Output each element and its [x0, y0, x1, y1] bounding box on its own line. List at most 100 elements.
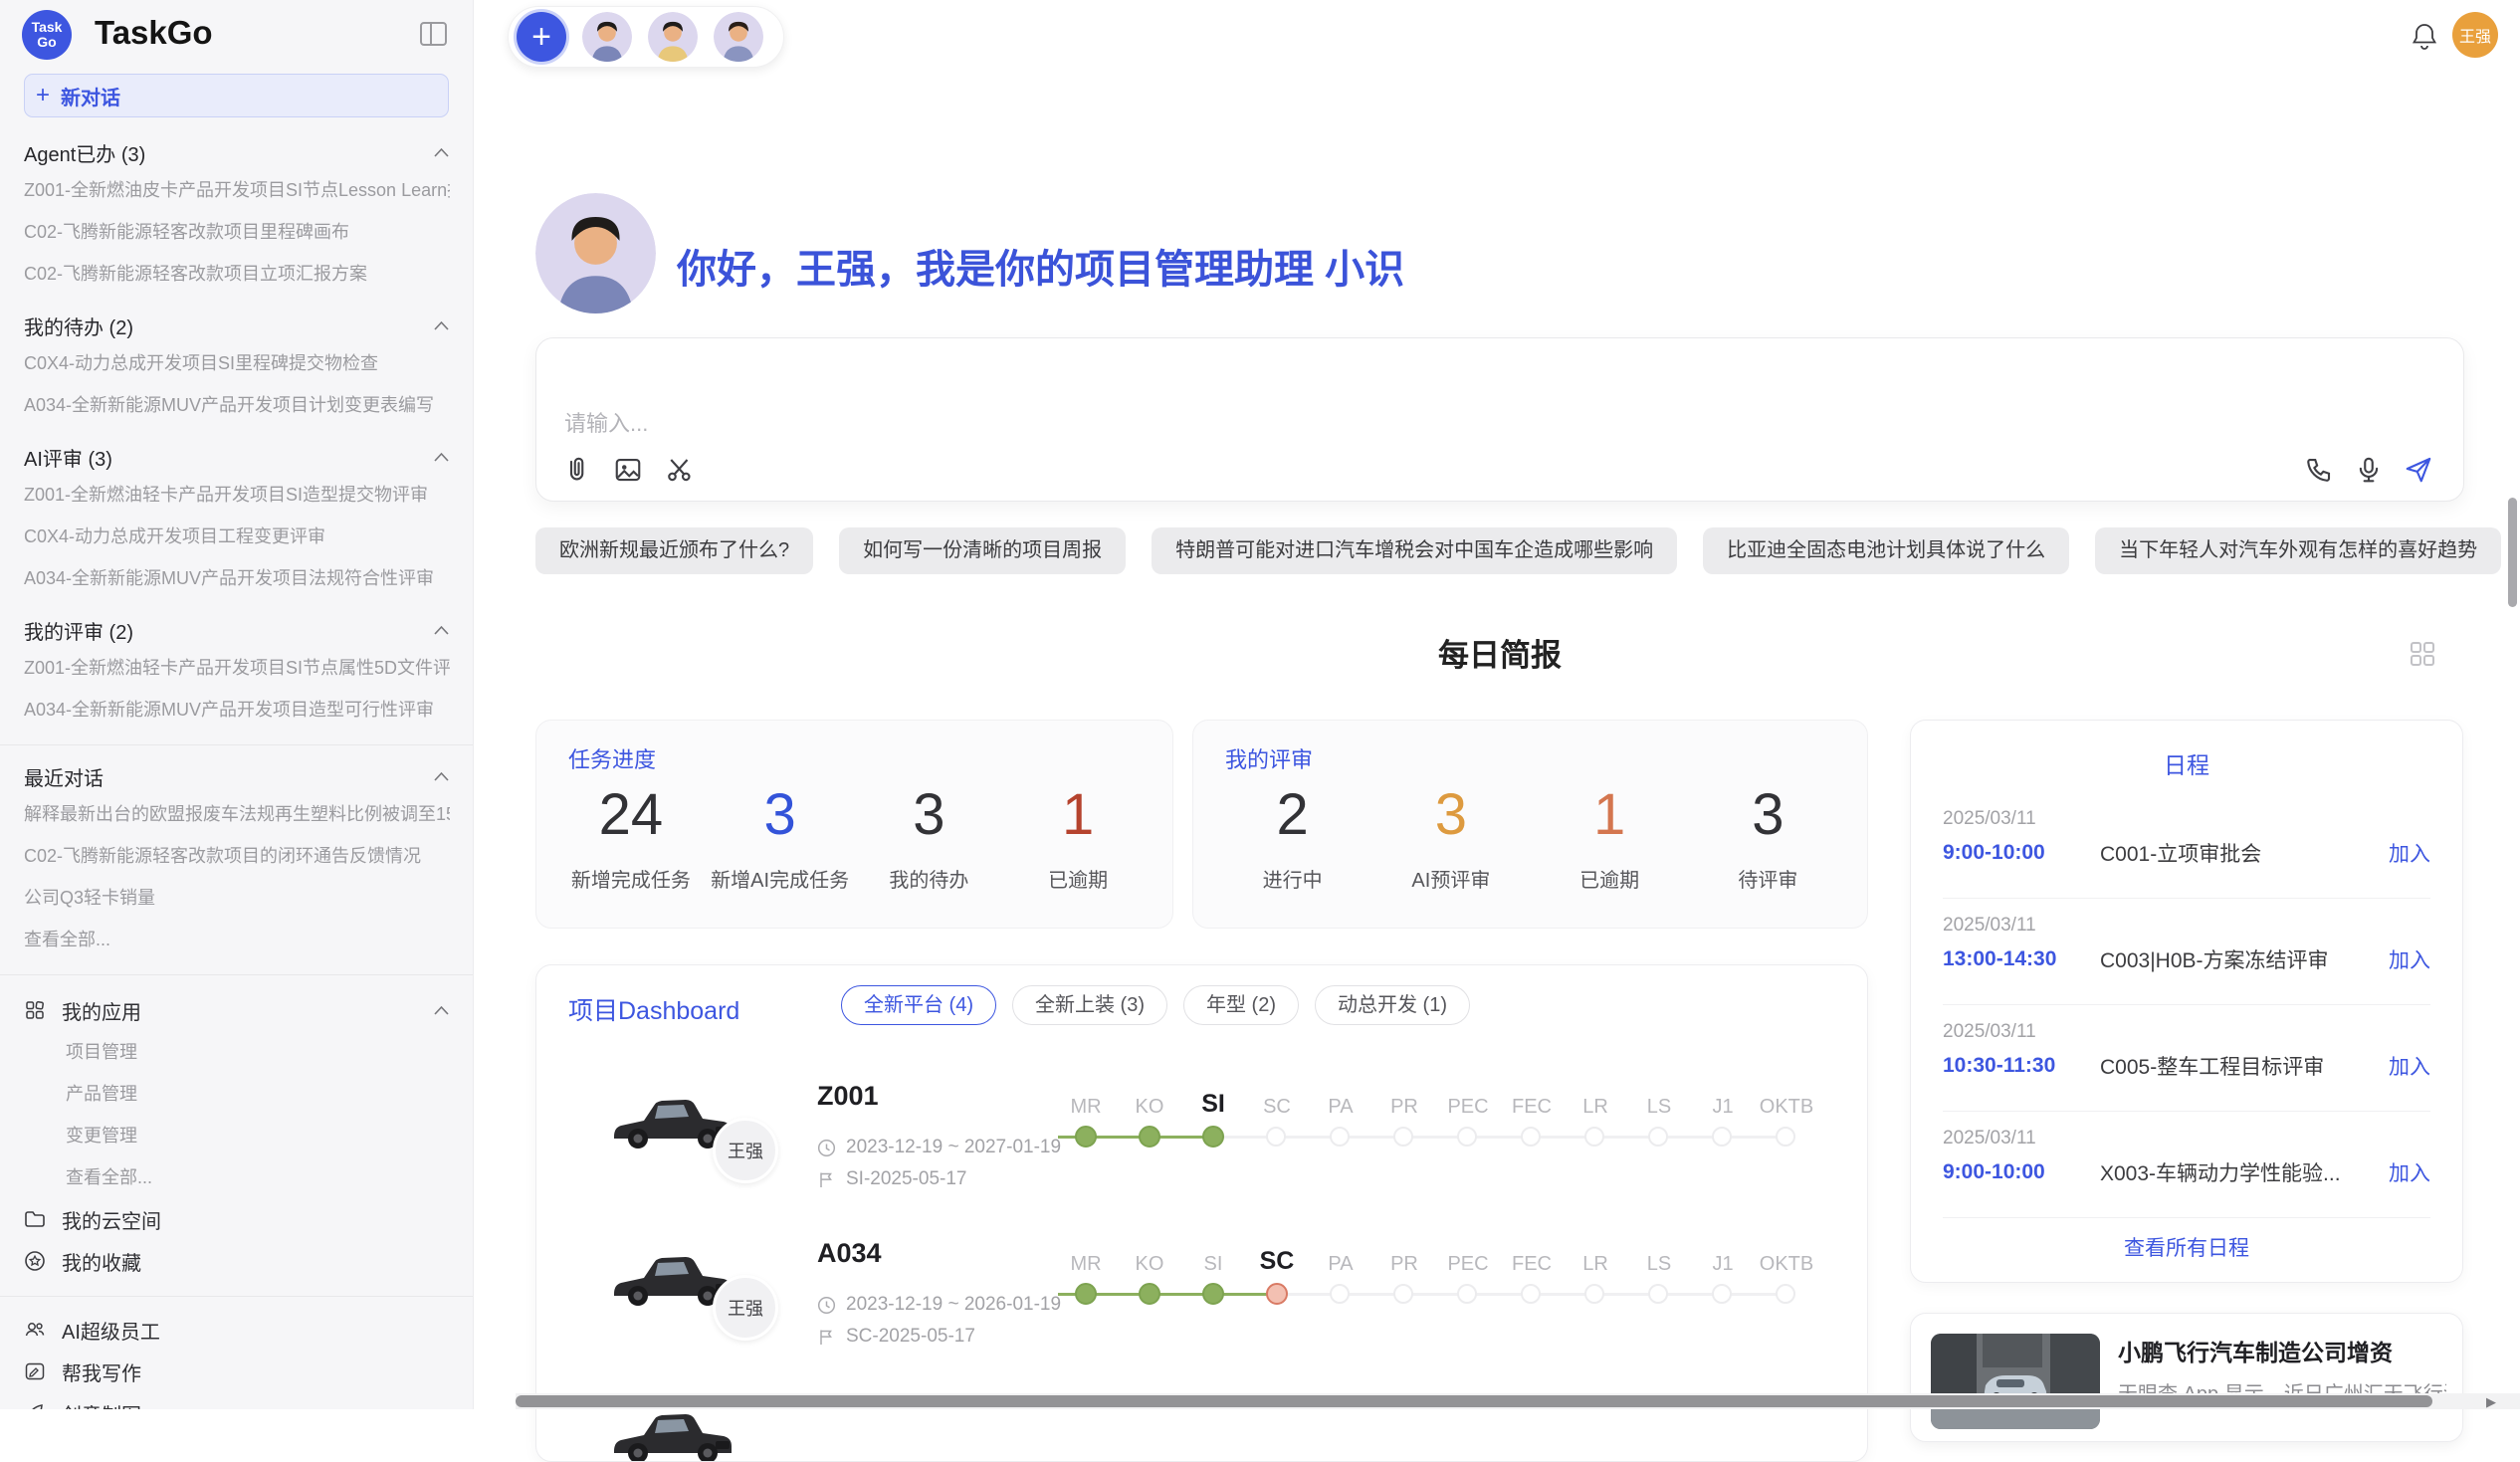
conversation-item[interactable]: C02-飞腾新能源轻客改款项目立项汇报方案	[24, 253, 450, 295]
dashboard-tab[interactable]: 全新上装 (3)	[1012, 985, 1167, 1025]
write-icon	[24, 1360, 46, 1382]
project-row[interactable]	[536, 1379, 1868, 1462]
chevron-up-icon[interactable]	[433, 625, 450, 636]
user-avatar[interactable]: 王强	[2452, 12, 2498, 58]
milestone-dot	[1202, 1283, 1224, 1305]
project-row[interactable]: 王强Z0012023-12-19 ~ 2027-01-19SI-2025-05-…	[536, 1065, 1868, 1222]
send-icon[interactable]	[2404, 455, 2433, 485]
project-row[interactable]: 王强A0342023-12-19 ~ 2026-01-19SC-2025-05-…	[536, 1222, 1868, 1379]
divider	[0, 974, 474, 975]
join-meeting-link[interactable]: 加入	[2389, 944, 2430, 974]
divider	[0, 744, 474, 745]
sidebar-item-favorites[interactable]: 我的收藏	[24, 1240, 450, 1282]
microphone-icon[interactable]	[2354, 455, 2384, 485]
agent-avatar-1[interactable]	[582, 12, 632, 62]
voice-call-icon[interactable]	[2304, 455, 2334, 485]
app-link[interactable]: 变更管理	[24, 1115, 450, 1156]
suggestion-chip[interactable]: 比亚迪全固态电池计划具体说了什么	[1703, 527, 2069, 574]
sidebar-section: AI评审 (3)Z001-全新燃油轻卡产品开发项目SI造型提交物评审C0X4-动…	[24, 440, 450, 599]
conversation-item[interactable]: Z001-全新燃油轻卡产品开发项目SI造型提交物评审	[24, 474, 450, 516]
recent-conversation-item[interactable]: 查看全部...	[24, 919, 450, 960]
conversation-item[interactable]: A034-全新新能源MUV产品开发项目造型可行性评审	[24, 689, 450, 731]
conversation-item[interactable]: Z001-全新燃油轻卡产品开发项目SI节点属性5D文件评审	[24, 647, 450, 689]
milestone-dot	[1776, 1284, 1795, 1304]
section-header[interactable]: 我的待办 (2)	[24, 309, 450, 342]
sidebar-item-cloud-space[interactable]: 我的云空间	[24, 1198, 450, 1240]
dashboard-tab[interactable]: 全新平台 (4)	[841, 985, 996, 1025]
milestone-label: LS	[1627, 1253, 1691, 1276]
suggestion-chip[interactable]: 欧洲新规最近颁布了什么?	[535, 527, 813, 574]
agent-avatar-2[interactable]	[648, 12, 698, 62]
screenshot-scissors-icon[interactable]	[665, 455, 695, 485]
stat: 24新增完成任务	[556, 782, 706, 893]
app-link[interactable]: 项目管理	[24, 1031, 450, 1073]
suggestion-chip[interactable]: 特朗普可能对进口汽车增税会对中国车企造成哪些影响	[1152, 527, 1677, 574]
sidebar-section: 我的评审 (2)Z001-全新燃油轻卡产品开发项目SI节点属性5D文件评审A03…	[24, 613, 450, 731]
stat: 3我的待办	[855, 782, 1004, 893]
scroll-right-arrow-icon[interactable]: ▶	[2486, 1394, 2496, 1410]
tool-label: 帮我写作	[62, 1358, 141, 1386]
chat-input[interactable]: 请输入...	[535, 337, 2464, 502]
star-badge-icon	[24, 1250, 46, 1272]
recent-conversation-item[interactable]: 公司Q3轻卡销量	[24, 877, 450, 919]
collapse-sidebar-icon[interactable]	[420, 22, 447, 46]
sidebar-item-my-apps[interactable]: 我的应用	[24, 989, 450, 1031]
join-meeting-link[interactable]: 加入	[2389, 1157, 2430, 1187]
section-title: Agent已办 (3)	[24, 138, 145, 167]
chevron-up-icon[interactable]	[433, 771, 450, 782]
conversation-item[interactable]: A034-全新新能源MUV产品开发项目计划变更表编写	[24, 384, 450, 426]
section-header[interactable]: 最近对话	[24, 759, 450, 793]
stat-card-title: 任务进度	[568, 742, 656, 774]
section-header[interactable]: 我的评审 (2)	[24, 613, 450, 647]
schedule-item: 2025/03/119:00-10:00X003-车辆动力学性能验...加入	[1943, 1128, 2430, 1227]
view-all-schedule-link[interactable]: 查看所有日程	[1911, 1232, 2462, 1262]
attach-file-icon[interactable]	[561, 455, 591, 485]
layout-grid-icon[interactable]	[2409, 640, 2436, 668]
chevron-up-icon[interactable]	[433, 452, 450, 463]
app-link[interactable]: 查看全部...	[24, 1156, 450, 1198]
event-title: C003|H0B-方案冻结评审	[2100, 944, 2389, 974]
divider	[1943, 898, 2430, 899]
add-agent-button[interactable]: +	[517, 12, 566, 62]
event-title: C001-立项审批会	[2100, 838, 2389, 868]
app-link[interactable]: 产品管理	[24, 1073, 450, 1115]
chevron-up-icon[interactable]	[433, 320, 450, 331]
notifications-bell-icon[interactable]	[2411, 22, 2438, 52]
section-header[interactable]: Agent已办 (3)	[24, 135, 450, 169]
stat-value: 3	[1689, 782, 1847, 848]
section-header[interactable]: AI评审 (3)	[24, 440, 450, 474]
stat: 3待评审	[1689, 782, 1847, 893]
conversation-item[interactable]: C0X4-动力总成开发项目工程变更评审	[24, 516, 450, 557]
project-date-range: 2023-12-19 ~ 2026-01-19	[846, 1294, 1061, 1316]
dashboard-tab[interactable]: 动总开发 (1)	[1315, 985, 1470, 1025]
stat-value: 3	[706, 782, 855, 848]
milestone-dot	[1202, 1126, 1224, 1148]
new-chat-button[interactable]: + 新对话	[24, 74, 449, 117]
vertical-scrollbar-thumb[interactable]	[2508, 498, 2517, 607]
horizontal-scrollbar-thumb[interactable]	[516, 1395, 2432, 1407]
image-upload-icon[interactable]	[613, 455, 643, 485]
sidebar-tool-item[interactable]: AI超级员工	[24, 1309, 450, 1351]
conversation-item[interactable]: C02-飞腾新能源轻客改款项目里程碑画布	[24, 211, 450, 253]
agent-avatar-3[interactable]	[714, 12, 763, 62]
sidebar-scroll-area: Agent已办 (3)Z001-全新燃油皮卡产品开发项目SI节点Lesson L…	[0, 121, 474, 1409]
sidebar-tool-item[interactable]: 帮我写作	[24, 1351, 450, 1392]
join-meeting-link[interactable]: 加入	[2389, 838, 2430, 868]
suggestion-chip[interactable]: 当下年轻人对汽车外观有怎样的喜好趋势	[2095, 527, 2501, 574]
conversation-item[interactable]: A034-全新新能源MUV产品开发项目法规符合性评审	[24, 557, 450, 599]
dashboard-tab[interactable]: 年型 (2)	[1183, 985, 1299, 1025]
conversation-item[interactable]: Z001-全新燃油皮卡产品开发项目SI节点Lesson Learn报告	[24, 169, 450, 211]
conversation-item[interactable]: C0X4-动力总成开发项目SI里程碑提交物检查	[24, 342, 450, 384]
recent-conversation-item[interactable]: 解释最新出台的欧盟报废车法规再生塑料比例被调至15%...	[24, 793, 450, 835]
join-meeting-link[interactable]: 加入	[2389, 1051, 2430, 1081]
event-date: 2025/03/11	[1943, 915, 2430, 937]
chevron-up-icon[interactable]	[433, 1005, 450, 1016]
milestone-dot	[1648, 1284, 1668, 1304]
suggestion-chip[interactable]: 如何写一份清晰的项目周报	[839, 527, 1126, 574]
news-card[interactable]: 小鹏飞行汽车制造公司增资 天眼查 App 显示，近日广州汇天飞行汽...	[1910, 1313, 2463, 1442]
chevron-up-icon[interactable]	[433, 147, 450, 158]
sidebar-tool-item[interactable]: 创意制图	[24, 1392, 450, 1409]
news-title: 小鹏飞行汽车制造公司增资	[2118, 1334, 2393, 1367]
recent-conversation-item[interactable]: C02-飞腾新能源轻客改款项目的闭环通告反馈情况	[24, 835, 450, 877]
schedule-item: 2025/03/119:00-10:00C001-立项审批会加入	[1943, 808, 2430, 908]
